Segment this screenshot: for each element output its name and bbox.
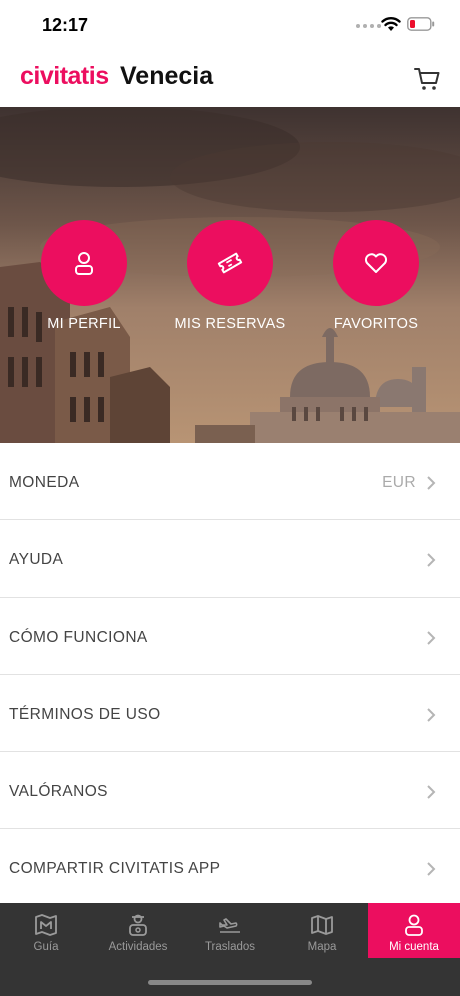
hero-banner: MI PERFIL MIS RESERVAS FAVORITOS: [0, 107, 460, 443]
favorites-circle: [333, 220, 419, 306]
status-bar: 12:17: [0, 0, 460, 52]
chevron-right-icon: [427, 708, 436, 722]
heart-icon: [364, 253, 388, 273]
tab-label: Mi cuenta: [389, 941, 439, 953]
user-icon: [405, 914, 423, 936]
menu-item-label: TÉRMINOS DE USO: [9, 705, 161, 723]
chevron-right-icon: [427, 553, 436, 568]
tab-map[interactable]: Mapa: [276, 903, 368, 958]
tab-transfers[interactable]: Traslados: [184, 903, 276, 958]
cellular-signal-icon: [356, 24, 381, 28]
menu-item-label: MONEDA: [9, 474, 80, 491]
settings-menu: MONEDA EUR AYUDA CÓMO FUNCIONA TÉRMINOS …: [0, 443, 460, 907]
map-icon: [311, 915, 333, 935]
my-profile-button[interactable]: MI PERFIL: [24, 220, 144, 332]
battery-low-icon: [407, 17, 435, 31]
ticket-icon: [217, 252, 243, 274]
civitatis-logo: civitatis: [20, 62, 109, 90]
menu-item-share-app[interactable]: COMPARTIR CIVITATIS APP: [0, 829, 460, 906]
app-header: civitatis Venecia: [0, 52, 460, 107]
tab-guide[interactable]: Guía: [0, 903, 92, 958]
menu-item-label: COMPARTIR CIVITATIS APP: [9, 860, 221, 878]
page-title: Venecia: [120, 62, 214, 90]
my-bookings-label: MIS RESERVAS: [174, 316, 286, 332]
my-profile-circle: [41, 220, 127, 306]
cart-icon[interactable]: [413, 66, 441, 92]
chevron-right-icon: [427, 476, 436, 490]
menu-item-rate-us[interactable]: VALÓRANOS: [0, 752, 460, 830]
tab-my-account[interactable]: Mi cuenta: [368, 903, 460, 958]
user-icon: [75, 252, 93, 275]
menu-item-help[interactable]: AYUDA: [0, 520, 460, 598]
my-bookings-circle: [187, 220, 273, 306]
chevron-right-icon: [427, 862, 436, 877]
tab-label: Actividades: [108, 941, 168, 953]
bottom-tab-bar: Guía Actividades Traslados Mapa Mi cuent…: [0, 903, 460, 996]
menu-item-label: VALÓRANOS: [9, 783, 108, 801]
plane-icon: [219, 918, 240, 933]
currency-value: EUR: [382, 474, 416, 491]
menu-item-terms[interactable]: TÉRMINOS DE USO: [0, 675, 460, 753]
menu-item-how-it-works[interactable]: CÓMO FUNCIONA: [0, 598, 460, 675]
chevron-right-icon: [427, 630, 436, 645]
map-guide-icon: [35, 914, 57, 936]
my-bookings-button[interactable]: MIS RESERVAS: [170, 220, 290, 332]
menu-item-currency[interactable]: MONEDA EUR: [0, 443, 460, 521]
wifi-icon: [381, 17, 401, 31]
tab-label: Mapa: [307, 941, 337, 953]
chevron-right-icon: [427, 785, 436, 799]
tab-activities[interactable]: Actividades: [92, 903, 184, 958]
favorites-button[interactable]: FAVORITOS: [316, 220, 436, 332]
status-time: 12:17: [42, 15, 89, 35]
tab-label: Traslados: [204, 941, 256, 953]
favorites-label: FAVORITOS: [333, 316, 419, 332]
tab-label: Guía: [33, 941, 59, 953]
guide-person-icon: [129, 914, 147, 936]
menu-item-label: CÓMO FUNCIONA: [9, 628, 148, 646]
my-profile-label: MI PERFIL: [47, 316, 121, 332]
home-indicator[interactable]: [148, 980, 312, 985]
menu-item-label: AYUDA: [9, 551, 64, 569]
